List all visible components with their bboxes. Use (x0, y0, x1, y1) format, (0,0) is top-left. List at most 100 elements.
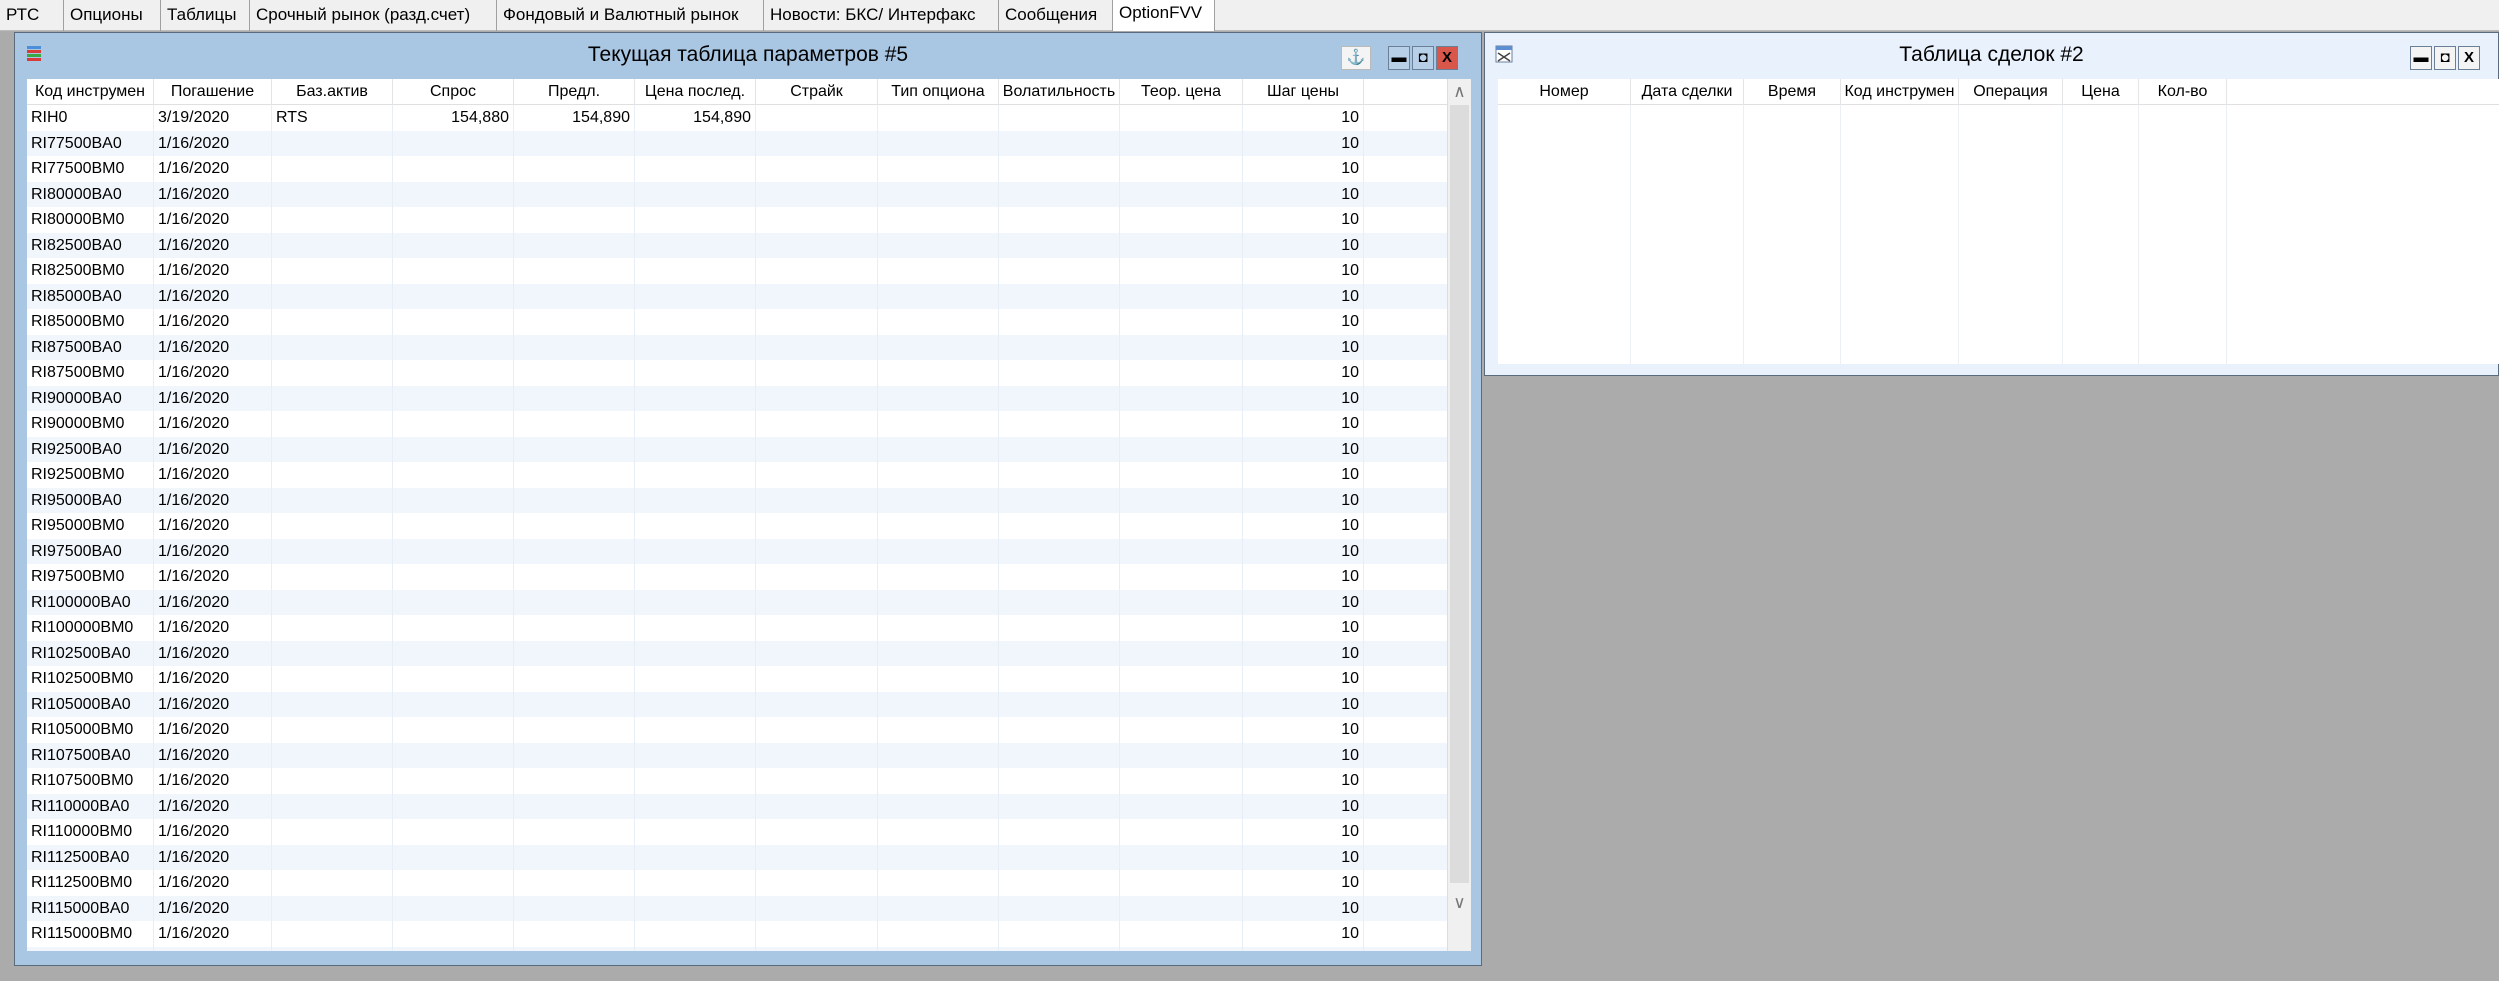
close-button[interactable]: X (1436, 46, 1458, 70)
table-cell (514, 258, 635, 284)
table-cell (393, 793, 514, 819)
table-row[interactable]: RI107500BM0 1/16/2020 10 (27, 768, 1447, 794)
table-row[interactable]: RI95000BA0 1/16/2020 10 (27, 487, 1447, 513)
table-row[interactable]: RI115000BM0 1/16/2020 10 (27, 921, 1447, 947)
scroll-up-button[interactable]: ∧ (1448, 79, 1471, 105)
maximize-button[interactable]: ◘ (2434, 46, 2456, 70)
table-cell (999, 309, 1120, 335)
table-row[interactable]: RI77500BM0 1/16/2020 10 (27, 156, 1447, 182)
table-cell: 1/16/2020 (154, 538, 272, 564)
table-row[interactable]: RI85000BM0 1/16/2020 10 (27, 309, 1447, 335)
table-row[interactable]: RI82500BA0 1/16/2020 10 (27, 232, 1447, 258)
table-cell (272, 793, 393, 819)
table-row[interactable]: RI110000BM0 1/16/2020 10 (27, 819, 1447, 845)
table-cell (878, 640, 999, 666)
table-row[interactable]: RI87500BM0 1/16/2020 10 (27, 360, 1447, 386)
column-header[interactable]: Код инструмен (27, 79, 154, 105)
column-header[interactable]: Время (1744, 79, 1841, 105)
table-cell: 1/16/2020 (154, 436, 272, 462)
minimize-button[interactable]: ▬ (2410, 46, 2432, 70)
scroll-thumb[interactable] (1450, 105, 1469, 883)
tab-0[interactable]: РТС (0, 0, 64, 31)
table-row[interactable]: RI112500BM0 1/16/2020 10 (27, 870, 1447, 896)
table-row[interactable]: RI92500BA0 1/16/2020 10 (27, 436, 1447, 462)
table-row[interactable]: RI95000BM0 1/16/2020 10 (27, 513, 1447, 539)
column-header[interactable]: Волатильность (999, 79, 1120, 105)
table-row[interactable]: RI110000BA0 1/16/2020 10 (27, 793, 1447, 819)
vertical-scrollbar[interactable]: ∧ ∨ (1447, 79, 1471, 951)
table-cell (272, 564, 393, 590)
tab-6[interactable]: Сообщения (999, 0, 1113, 31)
column-header[interactable]: Цена (2063, 79, 2139, 105)
scroll-down-button[interactable]: ∨ (1448, 883, 1471, 912)
table-row[interactable]: RI87500BA0 1/16/2020 10 (27, 334, 1447, 360)
table-cell (999, 513, 1120, 539)
params-titlebar[interactable]: Текущая таблица параметров #5 ⚓ ▬ ◘ X (15, 33, 1481, 77)
tab-1[interactable]: Опционы (64, 0, 161, 31)
table-cell: 1/16/2020 (154, 844, 272, 870)
table-cell (272, 283, 393, 309)
column-header[interactable]: Спрос (393, 79, 514, 105)
anchor-button[interactable]: ⚓ (1341, 46, 1371, 70)
column-header[interactable]: Кол-во (2139, 79, 2227, 105)
table-row[interactable]: RI112500BA0 1/16/2020 10 (27, 844, 1447, 870)
close-button[interactable]: X (2458, 46, 2480, 70)
table-row[interactable]: RI85000BA0 1/16/2020 10 (27, 283, 1447, 309)
table-row[interactable]: RI80000BM0 1/16/2020 10 (27, 207, 1447, 233)
table-row[interactable]: RI102500BA0 1/16/2020 10 (27, 640, 1447, 666)
column-header[interactable]: Предл. (514, 79, 635, 105)
table-cell (1120, 615, 1243, 641)
table-row[interactable]: RIH0 3/19/2020 RTS 154,880 154,890 154,890 10 (27, 105, 1447, 131)
table-row[interactable]: RI90000BM0 1/16/2020 10 (27, 411, 1447, 437)
deals-titlebar[interactable]: Таблица сделок #2 ▬ ◘ X (1485, 33, 2498, 77)
column-header[interactable]: Дата сделки (1631, 79, 1744, 105)
tab-5[interactable]: Новости: БКС/ Интерфакс (764, 0, 999, 31)
table-row[interactable]: RI105000BA0 1/16/2020 10 (27, 691, 1447, 717)
tab-4[interactable]: Фондовый и Валютный рынок (497, 0, 764, 31)
table-row[interactable]: RI102500BM0 1/16/2020 10 (27, 666, 1447, 692)
minimize-button[interactable]: ▬ (1388, 46, 1410, 70)
column-header[interactable]: Погашение (154, 79, 272, 105)
table-row[interactable]: RI97500BM0 1/16/2020 10 (27, 564, 1447, 590)
table-row[interactable]: RI100000BM0 1/16/2020 10 (27, 615, 1447, 641)
table-cell (1120, 742, 1243, 768)
column-header[interactable]: Баз.актив (272, 79, 393, 105)
table-row[interactable]: RI107500BA0 1/16/2020 10 (27, 742, 1447, 768)
table-cell: RI107500BM0 (27, 768, 154, 794)
tab-2[interactable]: Таблицы (161, 0, 250, 31)
table-cell (1120, 181, 1243, 207)
table-row[interactable]: RI105000BM0 1/16/2020 10 (27, 717, 1447, 743)
column-header[interactable]: Тип опциона (878, 79, 999, 105)
table-row[interactable]: RI90000BA0 1/16/2020 10 (27, 385, 1447, 411)
table-cell: 1/16/2020 (154, 666, 272, 692)
table-row[interactable]: RI97500BA0 1/16/2020 10 (27, 538, 1447, 564)
table-cell: 10 (1243, 819, 1364, 845)
table-cell (635, 946, 756, 951)
column-header[interactable]: Страйк (756, 79, 878, 105)
tab-7[interactable]: OptionFVV (1113, 0, 1215, 31)
table-cell: RI100000BA0 (27, 589, 154, 615)
table-cell (635, 385, 756, 411)
column-header[interactable]: Номер (1498, 79, 1631, 105)
column-header[interactable]: Операция (1959, 79, 2063, 105)
table-row[interactable]: RI115000BA0 1/16/2020 10 (27, 895, 1447, 921)
table-cell (635, 462, 756, 488)
table-cell: 1/16/2020 (154, 156, 272, 182)
table-row[interactable]: RI92500BM0 1/16/2020 10 (27, 462, 1447, 488)
tab-3[interactable]: Срочный рынок (разд.счет) (250, 0, 497, 31)
table-cell (393, 513, 514, 539)
table-cell (756, 819, 878, 845)
table-row[interactable]: RI80000BA0 1/16/2020 10 (27, 181, 1447, 207)
table-cell (999, 640, 1120, 666)
maximize-button[interactable]: ◘ (1412, 46, 1434, 70)
table-cell (1120, 793, 1243, 819)
column-header[interactable]: Шаг цены (1243, 79, 1364, 105)
column-header[interactable]: Цена послед. (635, 79, 756, 105)
column-header[interactable]: Код инструмен (1841, 79, 1959, 105)
table-row[interactable]: RI77500BA0 1/16/2020 10 (27, 130, 1447, 156)
table-cell (999, 105, 1120, 131)
table-row[interactable]: RI82500BM0 1/16/2020 10 (27, 258, 1447, 284)
table-row[interactable]: RI117500BA01/16/2020 10 (27, 946, 1447, 951)
table-row[interactable]: RI100000BA0 1/16/2020 10 (27, 589, 1447, 615)
column-header[interactable]: Теор. цена (1120, 79, 1243, 105)
